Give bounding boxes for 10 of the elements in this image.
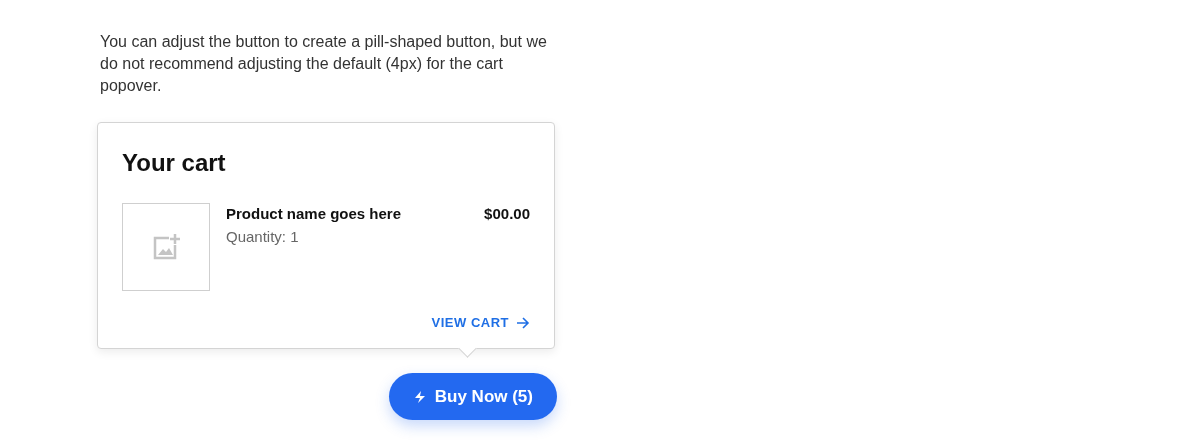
- intro-text: You can adjust the button to create a pill-shaped button, but we do not recommend adjusting the default (4px) for the cart popover.: [100, 32, 548, 96]
- add-image-icon: [151, 232, 181, 262]
- product-price: $00.00: [484, 204, 530, 224]
- lightning-icon: [412, 389, 427, 404]
- arrow-right-icon: [516, 316, 530, 329]
- view-cart-link[interactable]: VIEW CART: [431, 315, 530, 330]
- cart-title: Your cart: [122, 148, 227, 178]
- product-name: Product name goes here: [226, 205, 403, 222]
- buy-now-button[interactable]: Buy Now (5): [388, 373, 557, 420]
- product-quantity: Quantity: 1: [226, 228, 300, 245]
